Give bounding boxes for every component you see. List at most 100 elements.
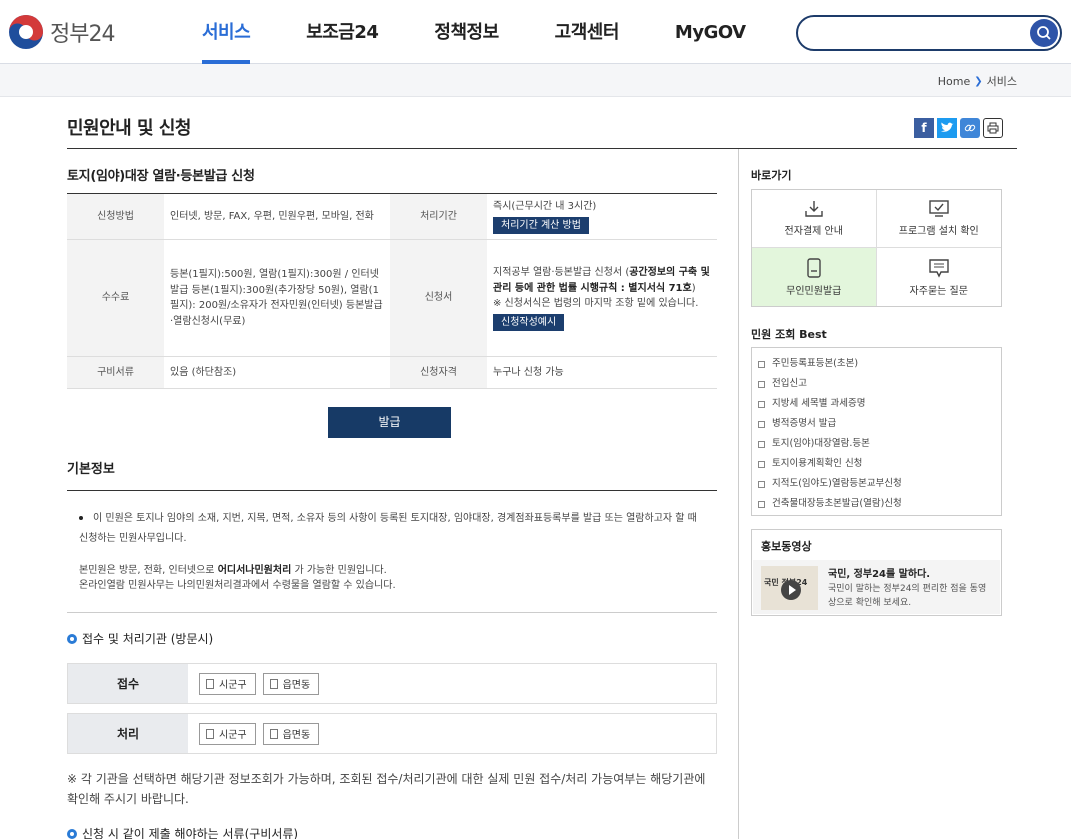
promo-description: 국민이 말하는 정부24의 편리한 점을 동영상으로 확인해 보세요.	[828, 584, 987, 608]
form-label: 신청서	[390, 239, 487, 357]
best-item[interactable]: 지방세 세목별 과세증명	[758, 394, 995, 414]
building-icon	[206, 678, 214, 689]
form-value: 지적공부 열람·등본발급 신청서 (공간정보의 구축 및 관리 등에 관한 법률…	[493, 267, 710, 294]
logo[interactable]: 정부24	[8, 14, 115, 50]
fee-label: 수수료	[67, 239, 164, 357]
twitter-icon[interactable]	[937, 118, 957, 138]
basic-bullet: 이 민원은 토지나 임야의 소재, 지번, 지목, 면적, 소유자 등의 사항이…	[79, 513, 697, 544]
breadcrumb: Home ❯ 서비스	[938, 73, 1017, 89]
sidebar-divider	[738, 149, 739, 839]
building-icon	[269, 728, 278, 739]
quick-links: 전자결제 안내 프로그램 설치 확인 무인민원발급 자주묻는 질문	[751, 189, 1002, 307]
checkbox-icon	[758, 460, 765, 468]
building-icon	[206, 728, 214, 739]
docs-label: 구비서류	[67, 356, 164, 389]
play-icon[interactable]	[781, 580, 801, 600]
form-cell: 지적공부 열람·등본발급 신청서 (공간정보의 구축 및 관리 등에 관한 법률…	[487, 239, 717, 357]
checkbox-icon	[758, 380, 765, 388]
quick-program-check[interactable]: 프로그램 설치 확인	[876, 190, 1001, 248]
form-example-button[interactable]: 신청작성예시	[493, 313, 565, 331]
nav-customer-center[interactable]: 고객센터	[533, 0, 641, 64]
qualification-label: 신청자격	[390, 356, 487, 389]
method-label: 신청방법	[67, 193, 164, 240]
form-note: ※ 신청서식은 법령의 마지막 조항 밑에 있습니다.	[493, 298, 699, 309]
best-title: 민원 조회 Best	[751, 328, 827, 341]
period-calc-button[interactable]: 처리기간 계산 방법	[493, 216, 589, 234]
kiosk-icon	[807, 257, 821, 278]
best-item[interactable]: 토지(임야)대장열람.등본	[758, 434, 995, 454]
promo-body[interactable]: 국민 정부24 국민, 정부24를 말하다. 국민이 말하는 정부24의 편리한…	[753, 560, 1000, 614]
taegeuk-logo-icon	[8, 14, 44, 50]
promo-title: 홍보동영상	[761, 540, 812, 553]
nav-subsidy24[interactable]: 보조금24	[284, 0, 400, 64]
quick-links-title: 바로가기	[751, 169, 792, 182]
quick-e-payment[interactable]: 전자결제 안내	[752, 190, 877, 248]
quick-faq[interactable]: 자주묻는 질문	[877, 248, 1002, 306]
agency-row-label: 접수	[68, 664, 188, 703]
video-thumbnail[interactable]: 국민 정부24	[761, 566, 818, 610]
breadcrumb-bar: Home ❯ 서비스	[0, 64, 1071, 97]
site-header: 정부24 서비스 보조금24 정책정보 고객센터 MyGOV	[0, 0, 1071, 64]
fee-value: 등본(1필지):500원, 열람(1필지):300원 / 인터넷발급 등본(1필…	[164, 239, 390, 357]
checkbox-icon	[758, 480, 765, 488]
agency-row-process: 처리 시군구 읍면동	[67, 713, 717, 754]
search-input[interactable]	[812, 17, 1032, 47]
agency-notice: ※ 각 기관을 선택하면 해당기관 정보조회가 가능하며, 조회된 접수/처리기…	[67, 772, 706, 806]
bullet-dot-icon	[79, 516, 83, 520]
period-label: 처리기간	[390, 193, 487, 240]
best-item[interactable]: 병적증명서 발급	[758, 414, 995, 434]
nav-mygov[interactable]: MyGOV	[653, 0, 768, 64]
search-box	[796, 15, 1062, 51]
docs-value: 있음 (하단참조)	[164, 356, 390, 389]
method-value: 인터넷, 방문, FAX, 우편, 민원우편, 모바일, 전화	[164, 193, 390, 240]
quick-kiosk[interactable]: 무인민원발급	[752, 248, 877, 306]
checkbox-icon	[758, 400, 765, 408]
best-item[interactable]: 지적도(임야도)열람등본교부신청	[758, 474, 995, 494]
agency-city-button[interactable]: 시군구	[199, 672, 256, 695]
search-button[interactable]	[1030, 19, 1058, 47]
checkbox-icon	[758, 440, 765, 448]
breadcrumb-current[interactable]: 서비스	[987, 73, 1017, 89]
best-item[interactable]: 전입신고	[758, 374, 995, 394]
best-item[interactable]: 건축물대장등초본발급(열람)신청	[758, 494, 995, 514]
monitor-icon	[929, 200, 949, 217]
circle-bullet-icon	[67, 633, 77, 644]
required-docs-title: 신청 시 같이 제출 해야하는 서류(구비서류)	[67, 825, 298, 839]
checkbox-icon	[758, 500, 765, 508]
logo-text: 정부24	[50, 22, 115, 47]
main-content: 토지(임야)대장 열람·등본발급 신청 신청방법 인터넷, 방문, FAX, 우…	[67, 149, 717, 839]
promo-video: 홍보동영상 국민 정부24 국민, 정부24를 말하다. 국민이 말하는 정부2…	[751, 529, 1002, 616]
page-title: 민원안내 및 신청	[67, 118, 191, 139]
faq-icon	[929, 258, 949, 278]
share-bar: f	[914, 118, 1003, 138]
agency-town-button[interactable]: 읍면동	[262, 672, 320, 695]
qualification-value: 누구나 신청 가능	[487, 356, 717, 389]
best-item[interactable]: 토지이용계획확인 신청	[758, 454, 995, 474]
section-divider	[67, 612, 717, 613]
search-icon	[1037, 26, 1051, 40]
agency-title: 접수 및 처리기관 (방문시)	[67, 630, 213, 647]
circle-bullet-icon	[67, 828, 77, 839]
download-icon	[805, 201, 823, 217]
basic-divider	[67, 490, 717, 491]
main-nav: 서비스 보조금24 정책정보 고객센터 MyGOV	[180, 0, 780, 64]
issue-button[interactable]: 발급	[328, 407, 451, 438]
agency-row-receive: 접수 시군구 읍면동	[67, 663, 717, 704]
agency-row-label: 처리	[68, 714, 188, 753]
promo-headline: 국민, 정부24를 말하다.	[828, 569, 931, 580]
nav-policy-info[interactable]: 정책정보	[412, 0, 520, 64]
nav-services[interactable]: 서비스	[180, 0, 272, 64]
building-icon	[269, 678, 278, 689]
print-icon[interactable]	[983, 118, 1003, 138]
agency-city-button[interactable]: 시군구	[199, 722, 256, 745]
link-icon[interactable]	[960, 118, 980, 138]
breadcrumb-home[interactable]: Home	[938, 75, 970, 88]
facebook-icon[interactable]: f	[914, 118, 934, 138]
period-value: 즉시(근무시간 내 3시간)	[493, 201, 597, 212]
service-info-table: 신청방법 인터넷, 방문, FAX, 우편, 민원우편, 모바일, 전화 처리기…	[67, 193, 717, 389]
basic-paragraph: 본민원은 방문, 전화, 인터넷으로 어디서나민원처리 가 가능한 민원입니다.…	[79, 565, 396, 591]
agency-town-button[interactable]: 읍면동	[262, 722, 320, 745]
best-item[interactable]: 주민등록표등본(초본)	[758, 354, 995, 374]
checkbox-icon	[758, 360, 765, 368]
basic-info-title: 기본정보	[67, 462, 115, 477]
